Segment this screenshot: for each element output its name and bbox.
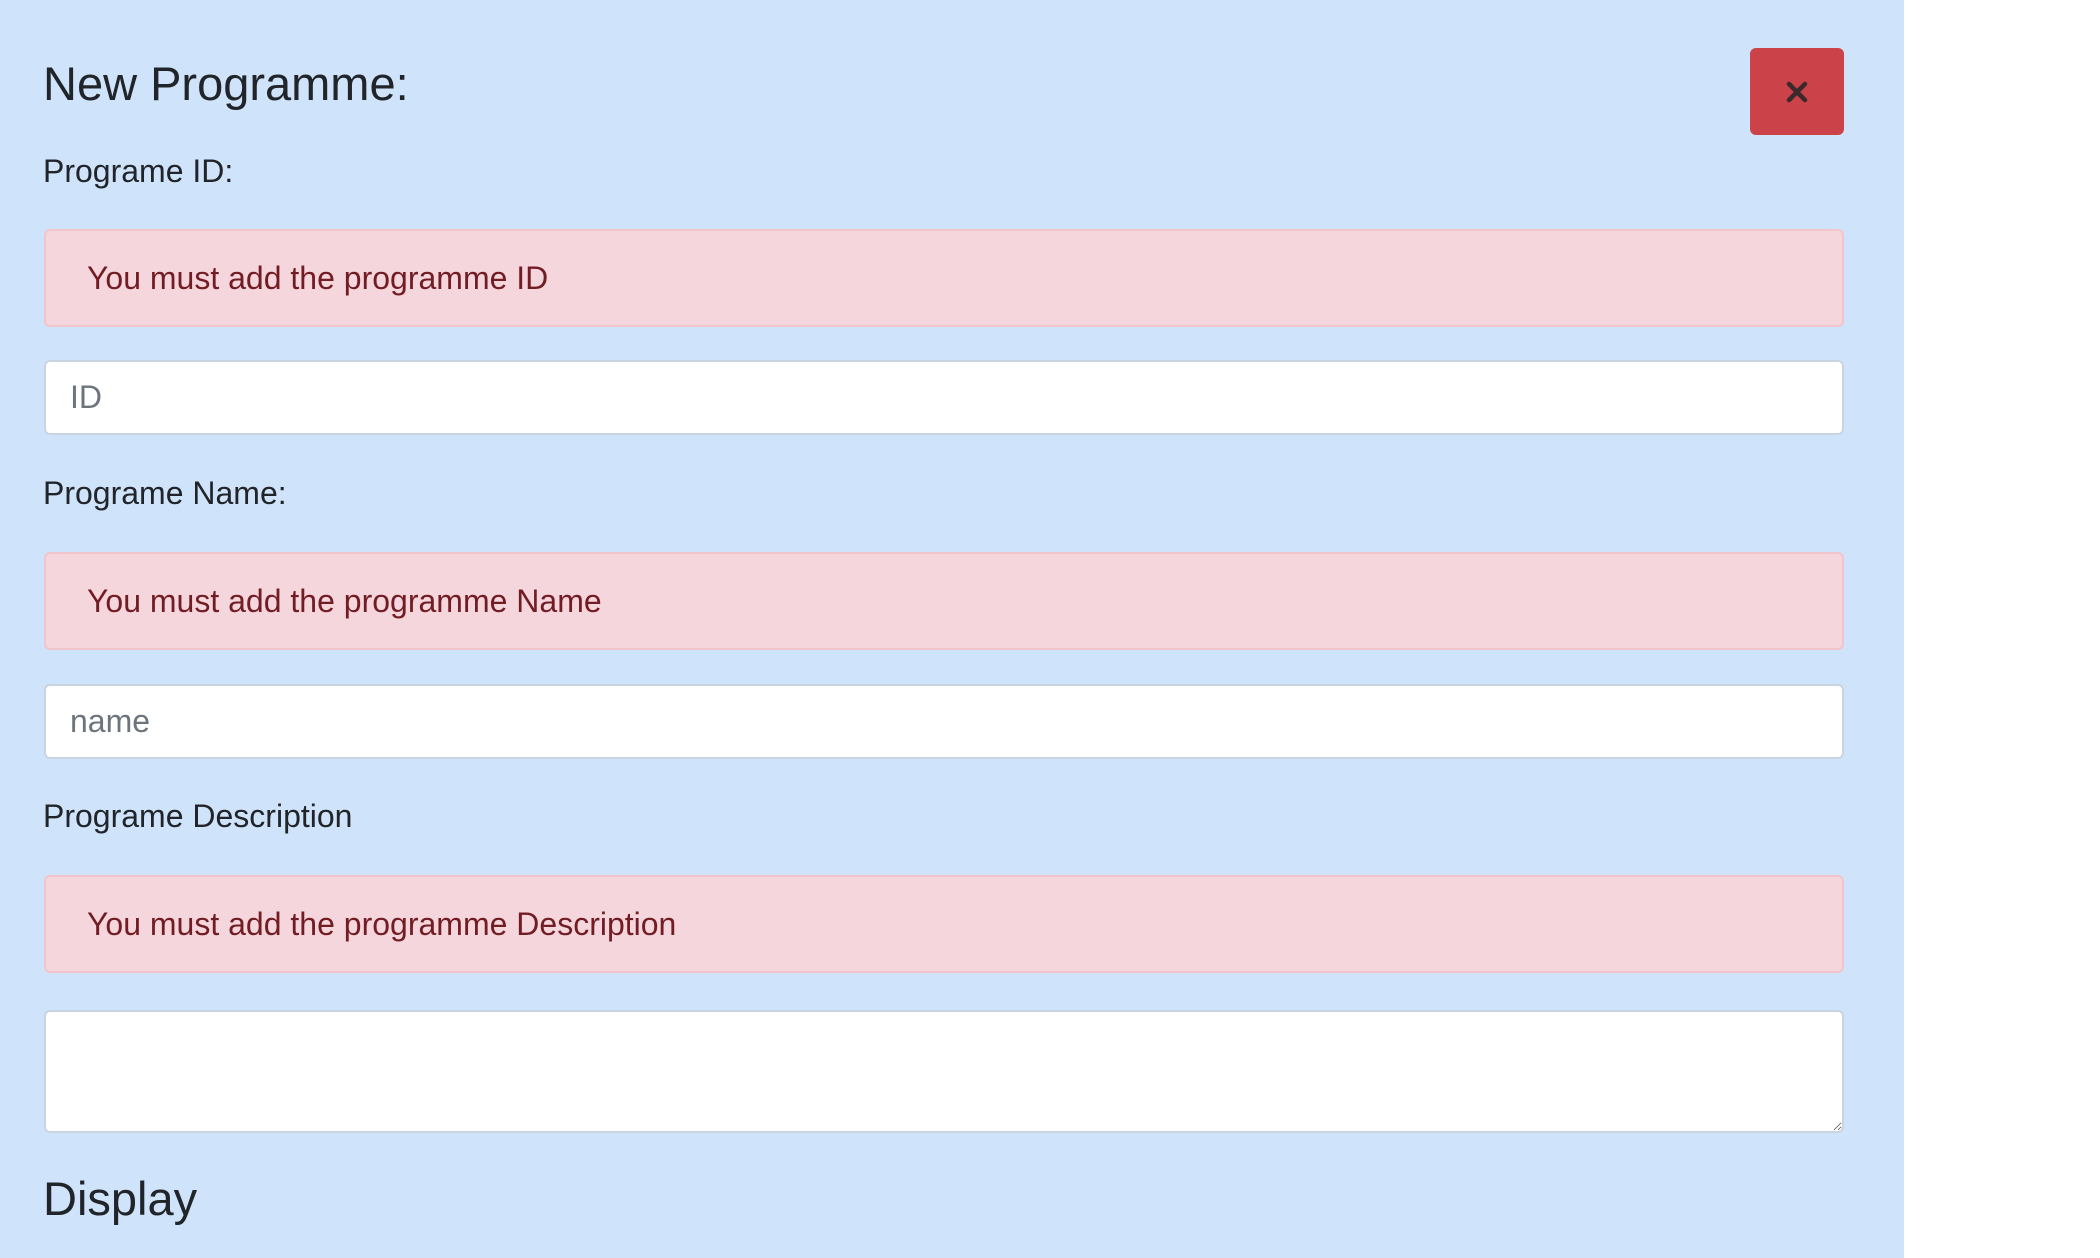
close-icon xyxy=(1786,81,1808,102)
programme-id-input[interactable] xyxy=(44,360,1844,435)
close-button[interactable] xyxy=(1750,48,1844,135)
programme-description-label: Programe Description xyxy=(43,798,353,834)
programme-name-error-alert: You must add the programme Name xyxy=(44,552,1844,650)
programme-description-textarea[interactable] xyxy=(44,1010,1844,1133)
form-title: New Programme: xyxy=(43,57,409,110)
new-programme-panel: New Programme: Programe ID: You must add… xyxy=(0,0,1904,1258)
programme-id-error-alert: You must add the programme ID xyxy=(44,229,1844,327)
programme-name-label: Programe Name: xyxy=(43,475,287,511)
programme-name-input[interactable] xyxy=(44,684,1844,759)
programme-description-error-alert: You must add the programme Description xyxy=(44,875,1844,973)
programme-id-label: Programe ID: xyxy=(43,153,234,189)
display-section-heading: Display xyxy=(43,1172,198,1225)
